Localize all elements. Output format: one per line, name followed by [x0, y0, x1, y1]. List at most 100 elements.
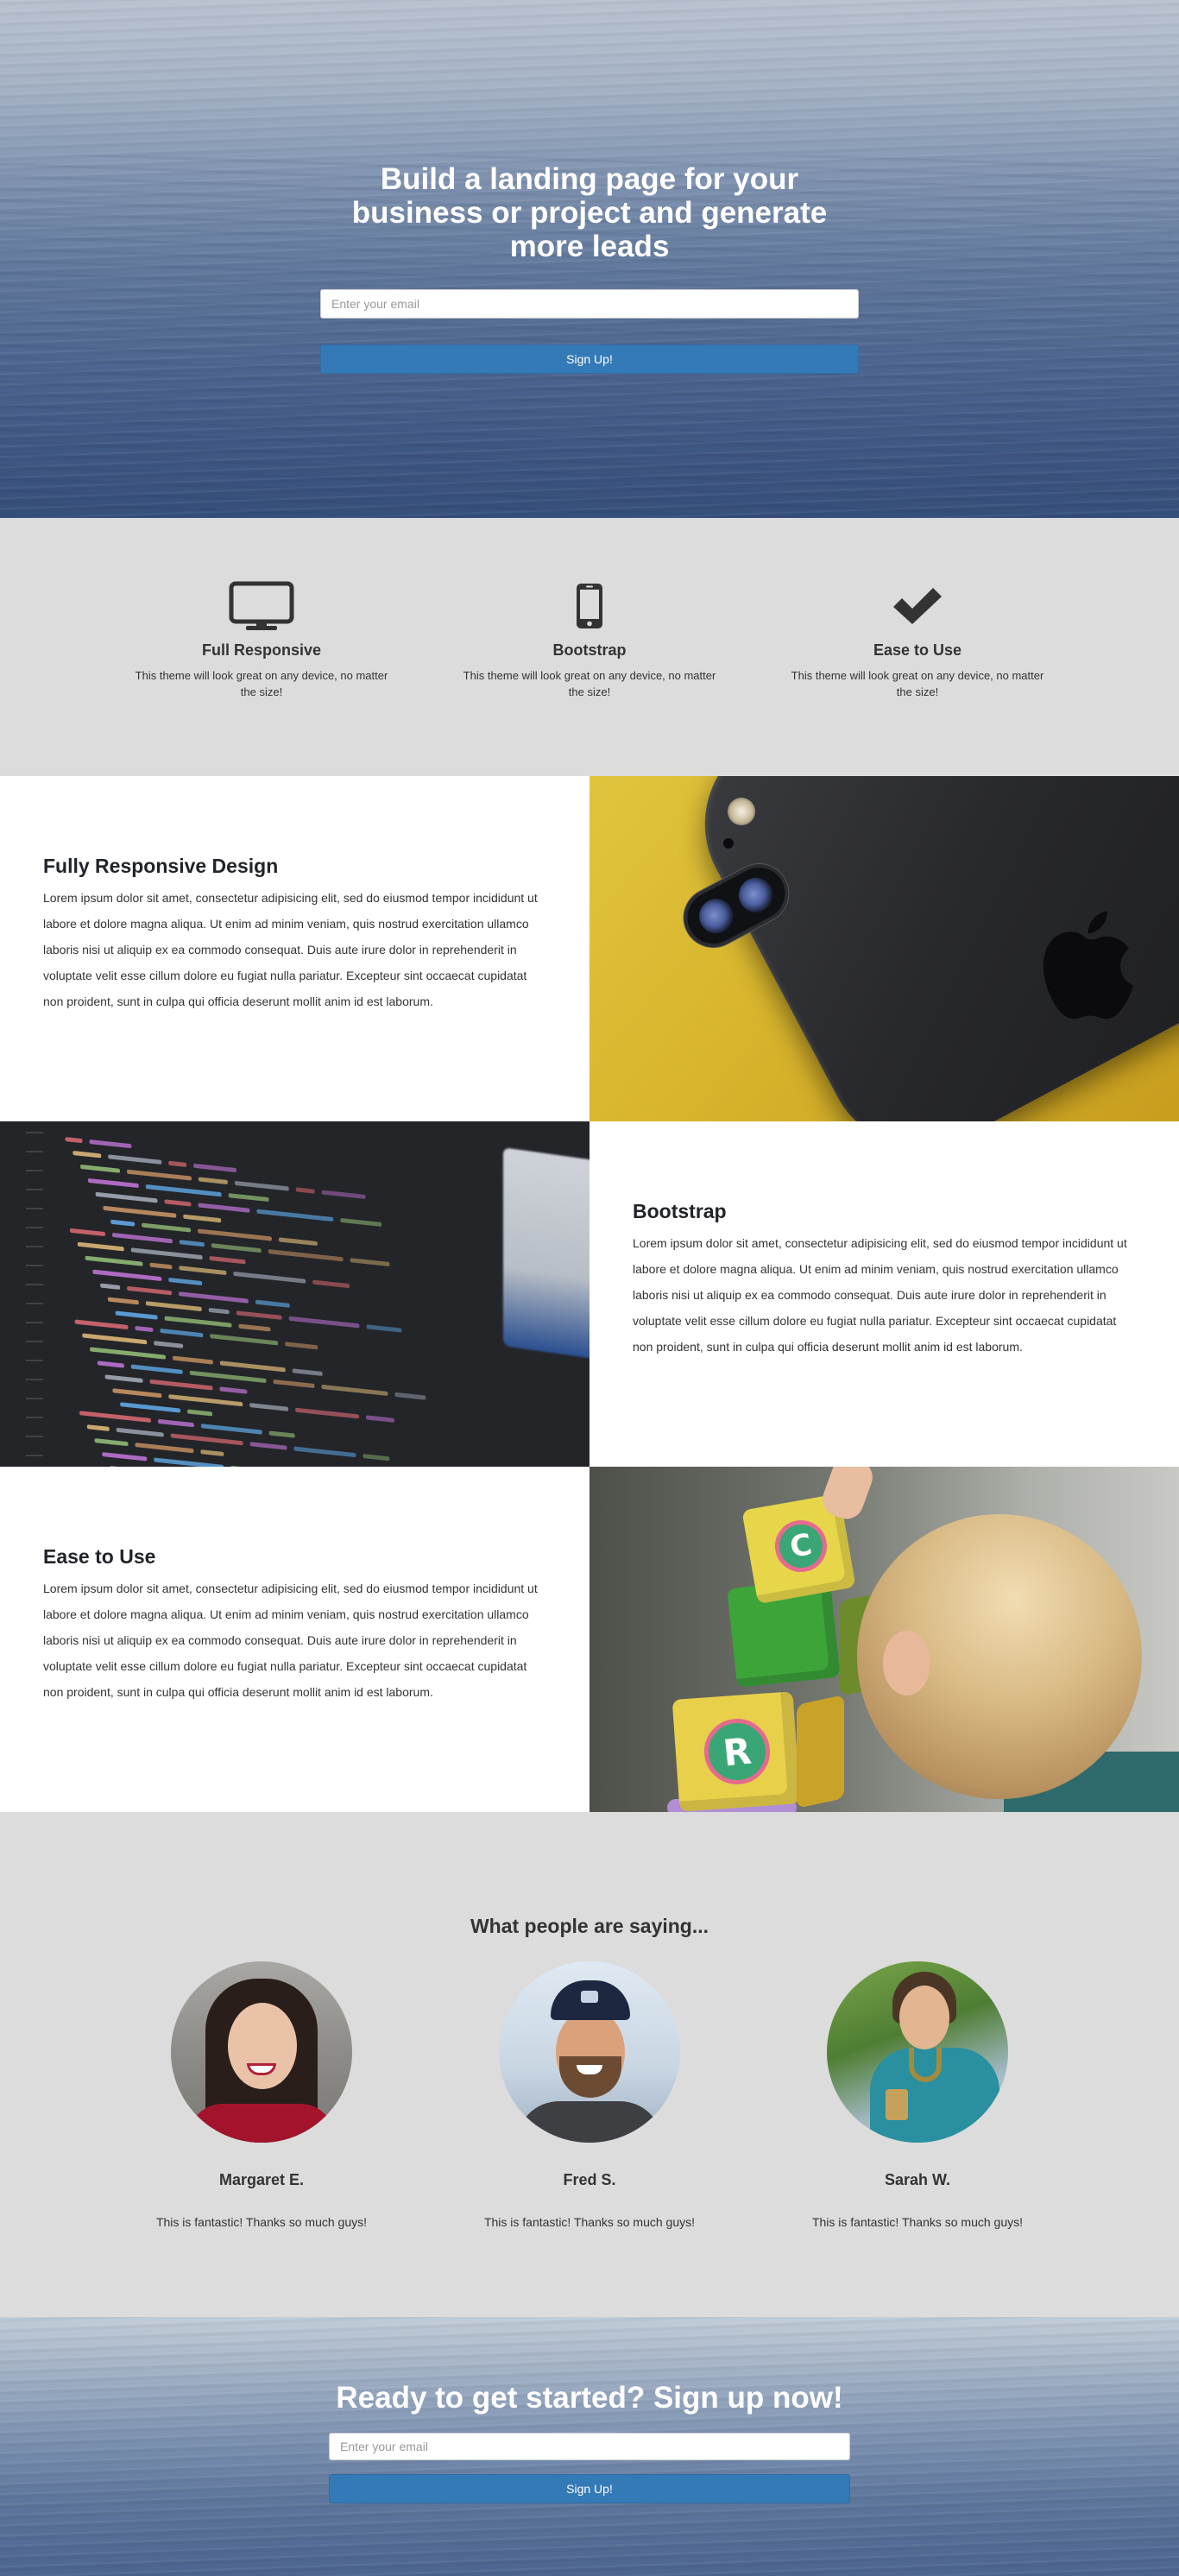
testimonial-item: Margaret E. This is fantastic! Thanks so…: [98, 1961, 426, 2231]
feature-title: Bootstrap: [552, 641, 627, 659]
code-token: [142, 1222, 192, 1233]
feature-text: This theme will look great on any device…: [791, 669, 1044, 698]
showcase-text: Bootstrap Lorem ipsum dolor sit amet, co…: [590, 1121, 1179, 1467]
features-row: Full Responsive This theme will look gre…: [98, 581, 1081, 700]
testimonial-item: Sarah W. This is fantastic! Thanks so mu…: [753, 1961, 1081, 2231]
code-token: [209, 1255, 246, 1265]
checkmark-icon: [766, 581, 1069, 631]
code-token: [365, 1415, 395, 1423]
feature-text: This theme will look great on any device…: [463, 669, 716, 698]
avatar-clothing: [516, 2101, 663, 2143]
code-token: [211, 1243, 262, 1253]
testimonials-title: What people are saying...: [470, 1915, 709, 1937]
testimonial-name: Sarah W.: [884, 2171, 951, 2188]
code-token: [278, 1237, 318, 1247]
code-token: [110, 1465, 167, 1467]
code-token: [107, 1297, 139, 1305]
cta-signup-button[interactable]: Sign Up!: [329, 2474, 850, 2503]
code-token: [145, 1301, 202, 1312]
code-token: [79, 1164, 121, 1173]
feature-item: Full Responsive This theme will look gre…: [98, 581, 426, 700]
camera-flash: [728, 798, 755, 825]
code-token: [97, 1361, 124, 1368]
code-token: [102, 1452, 148, 1462]
code-token: [394, 1392, 426, 1400]
code-token: [233, 1271, 306, 1284]
camera-lens: [692, 893, 741, 940]
apple-logo-icon: [1043, 911, 1133, 1020]
code-token: [168, 1394, 243, 1407]
code-token: [110, 1219, 136, 1227]
code-token: [170, 1433, 243, 1446]
code-token: [273, 1379, 315, 1389]
monitor-icon: [110, 581, 413, 631]
code-token: [340, 1217, 382, 1227]
code-token: [73, 1150, 102, 1159]
showcase-row: Ease to Use Lorem ipsum dolor sit amet, …: [0, 1467, 1179, 1812]
code-token: [168, 1160, 187, 1167]
feature-item: Ease to Use This theme will look great o…: [753, 581, 1081, 700]
code-token: [100, 1283, 121, 1291]
code-token: [256, 1209, 334, 1222]
camera-lens: [732, 871, 780, 919]
code-token: [69, 1228, 106, 1237]
avatar-face: [228, 2003, 297, 2089]
code-token: [292, 1368, 323, 1376]
code-token: [249, 1442, 287, 1450]
microphone-dot: [723, 838, 734, 849]
testimonial-quote: This is fantastic! Thanks so much guys!: [483, 2215, 696, 2229]
code-token: [238, 1323, 271, 1332]
code-token: [116, 1427, 164, 1437]
code-token: [183, 1214, 222, 1223]
showcase-title: Bootstrap: [633, 1200, 727, 1222]
code-token: [85, 1255, 143, 1266]
code-token: [321, 1190, 366, 1199]
code-token: [197, 1228, 273, 1241]
mobile-phone-icon: [438, 581, 741, 631]
code-token: [295, 1187, 315, 1194]
avatar: [827, 1961, 1008, 2143]
testimonials-row: Margaret E. This is fantastic! Thanks so…: [98, 1961, 1081, 2231]
phone-photo: [590, 776, 1179, 1121]
code-token: [95, 1191, 158, 1203]
code-token: [120, 1402, 181, 1413]
code-token: [186, 1409, 213, 1417]
code-token: [86, 1424, 110, 1431]
code-token: [288, 1316, 360, 1329]
code-token: [103, 1205, 177, 1218]
code-token: [154, 1457, 224, 1467]
code-token: [312, 1279, 350, 1289]
call-to-action-section: Ready to get started? Sign up now! Sign …: [0, 2317, 1179, 2576]
feature-text: This theme will look great on any device…: [135, 669, 388, 698]
code-token: [126, 1169, 192, 1181]
code-token: [79, 1411, 152, 1424]
code-token: [198, 1177, 228, 1185]
toy-block: [797, 1695, 844, 1809]
showcase-row: Bootstrap Lorem ipsum dolor sit amet, co…: [0, 1121, 1179, 1467]
code-token: [154, 1341, 184, 1348]
cta-content: Ready to get started? Sign up now! Sign …: [329, 2317, 850, 2503]
hero-email-input[interactable]: [320, 289, 859, 319]
features-section: Full Responsive This theme will look gre…: [0, 518, 1179, 776]
cta-email-input[interactable]: [329, 2433, 850, 2460]
code-token: [200, 1424, 262, 1435]
code-lines: [0, 1121, 590, 1467]
code-token: [168, 1277, 203, 1286]
testimonial-quote: This is fantastic! Thanks so much guys!: [811, 2215, 1024, 2229]
code-token: [145, 1184, 222, 1197]
code-token: [135, 1443, 194, 1454]
code-token: [94, 1438, 129, 1447]
code-token: [236, 1310, 282, 1320]
avatar-face: [899, 1986, 949, 2049]
hero-signup-button[interactable]: Sign Up!: [320, 344, 859, 374]
baby-ear: [883, 1631, 930, 1695]
toy-blocks-photo: C R: [590, 1467, 1179, 1812]
code-token: [164, 1316, 232, 1328]
code-token: [228, 1193, 269, 1203]
showcase-row: Fully Responsive Design Lorem ipsum dolo…: [0, 776, 1179, 1121]
code-token: [130, 1364, 183, 1374]
monitor-blur: [503, 1147, 590, 1363]
code-token: [112, 1388, 162, 1398]
code-token: [89, 1139, 132, 1149]
code-token: [268, 1249, 344, 1262]
